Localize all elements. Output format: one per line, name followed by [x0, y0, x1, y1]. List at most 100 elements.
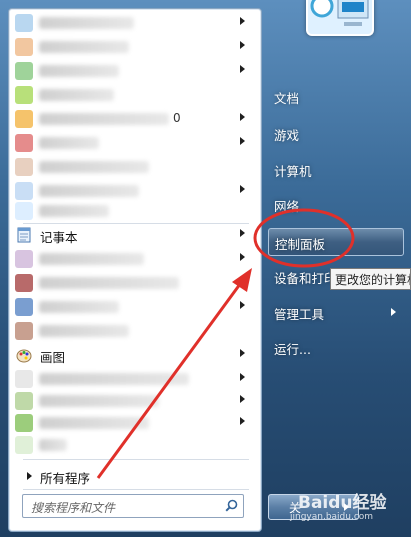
- program-icon: [15, 158, 33, 176]
- right-item-control-panel[interactable]: 控制面板: [268, 228, 404, 256]
- program-icon: [15, 134, 33, 152]
- control-panel-label: 控制面板: [275, 237, 326, 252]
- submenu-arrow-icon: [240, 253, 245, 261]
- recent-program-item[interactable]: [13, 411, 257, 435]
- run-label: 运行...: [274, 342, 311, 357]
- blurred-label: [39, 41, 129, 53]
- program-icon: [15, 38, 33, 56]
- recent-program-item[interactable]: [13, 11, 257, 35]
- program-icon: [15, 274, 33, 292]
- blurred-label: [39, 113, 169, 125]
- blurred-label: [39, 417, 149, 429]
- recent-program-item[interactable]: [13, 247, 257, 271]
- submenu-arrow-icon: [240, 17, 245, 25]
- blurred-label: [39, 17, 134, 29]
- program-icon: [15, 250, 33, 268]
- program-icon: [15, 182, 33, 200]
- search-input[interactable]: 搜索程序和文件: [22, 494, 244, 518]
- user-picture[interactable]: [306, 0, 374, 36]
- program-icon: [15, 86, 33, 104]
- computer-label: 计算机: [274, 164, 312, 179]
- blurred-label: [39, 325, 129, 337]
- search-icon[interactable]: [225, 499, 238, 515]
- devices-printers-label: 设备和打印: [274, 271, 337, 286]
- submenu-arrow-icon: [240, 137, 245, 145]
- right-item-admin-tools[interactable]: 管理工具: [268, 299, 406, 325]
- submenu-arrow-icon: [240, 277, 245, 285]
- program-icon: [15, 436, 33, 454]
- submenu-arrow-icon: [240, 417, 245, 425]
- paint-label: 画图: [40, 350, 66, 365]
- all-programs-label: 所有程序: [40, 471, 91, 486]
- blurred-label: [39, 277, 179, 289]
- program-icon: [15, 62, 33, 80]
- submenu-arrow-icon: [391, 308, 396, 316]
- blurred-label: [39, 161, 149, 173]
- program-icon: [15, 14, 33, 32]
- right-item-games[interactable]: 游戏: [268, 120, 406, 146]
- right-item-network[interactable]: 网络: [268, 191, 406, 217]
- program-icon: [15, 392, 33, 410]
- watermark-sub: jingyan.baidu.com: [290, 512, 374, 522]
- menu-separator: [23, 489, 249, 490]
- blurred-label: [39, 439, 67, 451]
- recent-program-item[interactable]: [13, 59, 257, 83]
- submenu-arrow-icon: [240, 229, 245, 237]
- recent-program-item[interactable]: [13, 367, 257, 391]
- recent-program-item[interactable]: 0: [13, 107, 257, 131]
- blurred-label: [39, 137, 99, 149]
- notepad-icon: [15, 226, 33, 244]
- program-icon: [15, 414, 33, 432]
- search-placeholder: 搜索程序和文件: [31, 501, 116, 515]
- paint-icon: [15, 346, 33, 364]
- games-label: 游戏: [274, 128, 300, 143]
- all-programs-button[interactable]: 所有程序: [13, 464, 257, 488]
- recent-program-item[interactable]: [13, 83, 257, 107]
- recent-program-item[interactable]: [13, 433, 257, 457]
- program-item-notepad[interactable]: 记事本: [13, 223, 257, 247]
- submenu-arrow-icon: [240, 395, 245, 403]
- recent-program-item[interactable]: [13, 295, 257, 319]
- submenu-arrow-icon: [240, 185, 245, 193]
- obscured-number: 0: [173, 111, 181, 125]
- blurred-label: [39, 395, 159, 407]
- submenu-arrow-icon: [240, 41, 245, 49]
- watermark-main: Baidu经验: [298, 493, 387, 513]
- submenu-arrow-icon: [240, 113, 245, 121]
- program-icon: [15, 298, 33, 316]
- recent-program-item[interactable]: [13, 389, 257, 413]
- right-item-computer[interactable]: 计算机: [268, 156, 406, 182]
- program-item-paint[interactable]: 画图: [13, 343, 257, 367]
- submenu-arrow-icon: [240, 373, 245, 381]
- submenu-arrow-icon: [240, 301, 245, 309]
- menu-separator: [23, 459, 249, 460]
- monitor-icon: [310, 0, 369, 26]
- control-panel-tooltip: 更改您的计算机: [330, 268, 411, 290]
- right-item-documents[interactable]: 文档: [268, 83, 406, 109]
- recent-program-item[interactable]: [13, 131, 257, 155]
- recent-program-item[interactable]: [13, 199, 257, 223]
- blurred-label: [39, 301, 119, 313]
- admin-tools-label: 管理工具: [274, 307, 325, 322]
- blurred-label: [39, 373, 189, 385]
- documents-label: 文档: [274, 91, 300, 106]
- right-item-run[interactable]: 运行...: [268, 334, 406, 360]
- submenu-arrow-icon: [240, 349, 245, 357]
- blurred-label: [39, 253, 144, 265]
- notepad-label: 记事本: [40, 230, 78, 245]
- baidu-watermark: Baidu经验 jingyan.baidu.com: [290, 478, 400, 528]
- recent-program-item[interactable]: [13, 271, 257, 295]
- blurred-label: [39, 89, 114, 101]
- recent-program-item[interactable]: [13, 319, 257, 343]
- recent-program-item[interactable]: [13, 35, 257, 59]
- start-menu-frame: 0 记事本 画图 所有程序 搜索程序和文件 文档 游戏 计算机 网络 控制面板 …: [0, 0, 411, 537]
- recent-program-item[interactable]: [13, 155, 257, 179]
- program-icon: [15, 110, 33, 128]
- blurred-label: [39, 65, 119, 77]
- blurred-label: [39, 205, 109, 217]
- submenu-arrow-icon: [240, 65, 245, 73]
- blurred-label: [39, 185, 139, 197]
- program-icon: [15, 322, 33, 340]
- network-label: 网络: [274, 199, 300, 214]
- chevron-right-icon: [27, 472, 32, 480]
